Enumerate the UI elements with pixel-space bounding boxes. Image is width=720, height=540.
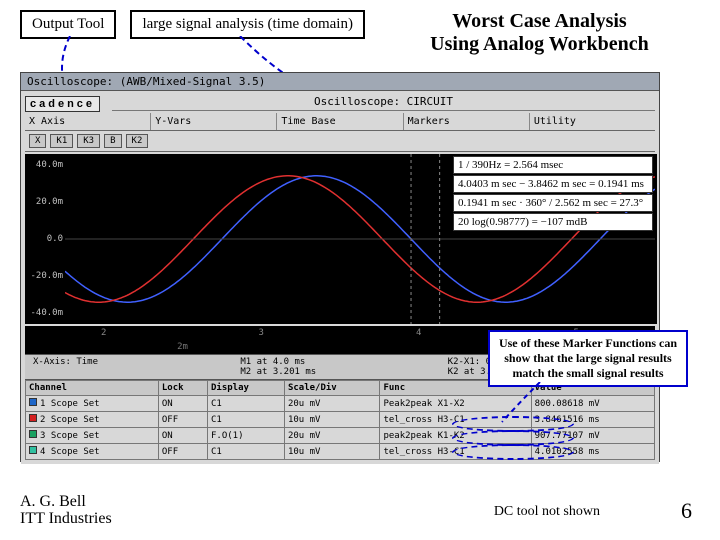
marker-m1: M1 at 4.0 ms bbox=[240, 357, 305, 367]
signal-mode-label: large signal analysis (time domain) bbox=[130, 10, 365, 39]
table-row: 4 Scope SetOFFC110u mVtel_cross H3-C14.0… bbox=[26, 444, 655, 460]
page-title: Worst Case Analysis Using Analog Workben… bbox=[379, 10, 700, 56]
window-titlebar: Oscilloscope: (AWB/Mixed-Signal 3.5) bbox=[21, 73, 659, 91]
marker-functions-callout: Use of these Marker Functions can show t… bbox=[488, 330, 688, 387]
page-number: 6 bbox=[681, 498, 692, 524]
footer-note: DC tool not shown bbox=[494, 504, 600, 520]
btn-x[interactable]: X bbox=[29, 134, 46, 148]
callout-connector bbox=[500, 382, 580, 432]
menu-y-vars[interactable]: Y-Vars bbox=[151, 113, 277, 130]
table-header: Display bbox=[208, 381, 285, 396]
btn-k3[interactable]: K3 bbox=[77, 134, 100, 148]
eq-phase: 0.1941 m sec · 360° / 2.562 m sec = 27.3… bbox=[453, 194, 653, 212]
footer-author: A. G. Bell ITT Industries bbox=[20, 493, 112, 528]
menu-time-base[interactable]: Time Base bbox=[277, 113, 403, 130]
scope-menu-row: X Axis Y-Vars Time Base Markers Utility bbox=[25, 113, 655, 131]
menu-utility[interactable]: Utility bbox=[530, 113, 655, 130]
menu-markers[interactable]: Markers bbox=[404, 113, 530, 130]
marker-buttons-row: X K1 K3 B K2 bbox=[25, 131, 655, 152]
y-axis-ticks: 40.0m 20.0m 0.0 -20.0m -40.0m bbox=[25, 154, 65, 324]
output-tool-label: Output Tool bbox=[20, 10, 116, 39]
table-header: Scale/Div bbox=[284, 381, 380, 396]
menu-x-axis[interactable]: X Axis bbox=[25, 113, 151, 130]
table-header: Lock bbox=[158, 381, 207, 396]
eq-gain-db: 20 log(0.98777) = −107 mdB bbox=[453, 213, 653, 231]
eq-delta-t: 4.0403 m sec − 3.8462 m sec = 0.1941 ms bbox=[453, 175, 653, 193]
btn-k2[interactable]: K2 bbox=[126, 134, 149, 148]
cadence-logo: cadence bbox=[25, 96, 100, 112]
marker-m2: M2 at 3.201 ms bbox=[240, 367, 316, 377]
btn-k1[interactable]: K1 bbox=[50, 134, 73, 148]
table-header: Channel bbox=[26, 381, 159, 396]
waveform-plot: 40.0m 20.0m 0.0 -20.0m -40.0m 1 / 390Hz … bbox=[25, 154, 657, 324]
scope-panel-title: Oscilloscope: CIRCUIT bbox=[112, 95, 655, 111]
btn-b[interactable]: B bbox=[104, 134, 121, 148]
equation-overlay-stack: 1 / 390Hz = 2.564 msec 4.0403 m sec − 3.… bbox=[453, 156, 653, 231]
marker-left: X-Axis: Time bbox=[29, 357, 236, 377]
eq-period: 1 / 390Hz = 2.564 msec bbox=[453, 156, 653, 174]
